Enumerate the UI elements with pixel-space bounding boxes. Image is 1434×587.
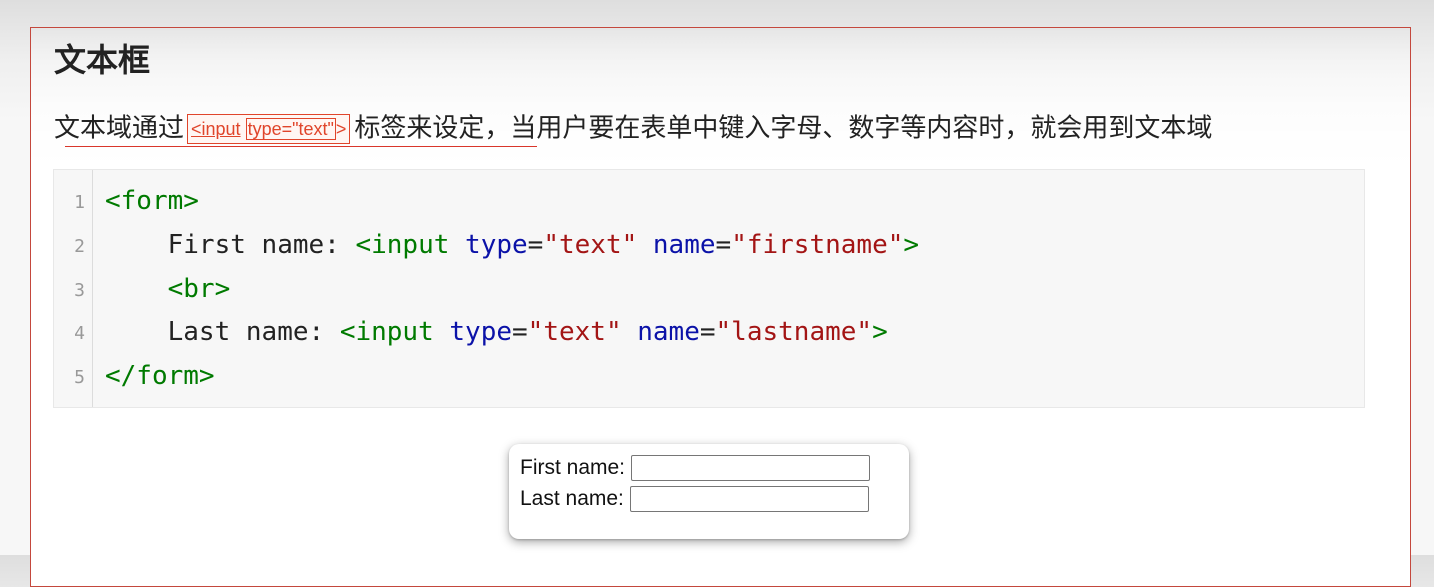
code-tag: <br> bbox=[167, 274, 231, 304]
form-preview-card: First name: Last name: bbox=[509, 444, 909, 539]
chip-type-text: type="text" bbox=[245, 117, 336, 140]
line-number-gutter: 1 2 3 4 5 bbox=[54, 170, 93, 407]
chip-close-text: > bbox=[335, 118, 347, 139]
code-string: "text" bbox=[527, 317, 622, 347]
code-eq: = bbox=[699, 317, 716, 347]
code-block: 1 2 3 4 5 <form> First name: <input type… bbox=[53, 169, 1365, 408]
first-name-row: First name: bbox=[520, 453, 871, 483]
code-eq: = bbox=[512, 317, 528, 347]
first-name-label: First name: bbox=[520, 456, 626, 479]
code-line-3: <br> bbox=[105, 274, 231, 304]
code-line-1: <form> bbox=[105, 186, 199, 216]
code-attr: type bbox=[465, 230, 528, 260]
code-tag: <form> bbox=[105, 186, 199, 216]
code-line-5: </form> bbox=[105, 361, 215, 391]
code-tag: </form> bbox=[105, 361, 215, 391]
line-number: 3 bbox=[74, 280, 85, 301]
code-text: First name: bbox=[167, 230, 356, 260]
description-prefix: 文本域通过 bbox=[54, 113, 185, 144]
code-string: "text" bbox=[543, 230, 638, 260]
chip-input-text: <input bbox=[191, 118, 241, 139]
code-attr: name bbox=[652, 230, 716, 260]
code-tag: <input bbox=[355, 230, 450, 260]
code-eq: = bbox=[715, 230, 732, 260]
code-string: "lastname" bbox=[715, 317, 873, 347]
description-suffix: 标签来设定，当用户要在表单中键入字母、数字等内容时，就会用到文本域 bbox=[354, 113, 1213, 144]
code-tag: > bbox=[872, 317, 888, 347]
annotation-underline bbox=[65, 146, 537, 147]
line-number: 1 bbox=[74, 192, 85, 213]
code-tag: <input bbox=[339, 317, 434, 347]
last-name-input[interactable] bbox=[629, 486, 869, 512]
last-name-row: Last name: bbox=[520, 484, 869, 514]
code-eq: = bbox=[527, 230, 544, 260]
line-number: 4 bbox=[74, 323, 85, 344]
code-tag: > bbox=[903, 230, 920, 260]
code-line-4: Last name: <input type="text" name="last… bbox=[105, 317, 888, 347]
last-name-label: Last name: bbox=[520, 487, 624, 510]
code-string: "firstname" bbox=[731, 230, 904, 260]
first-name-input[interactable] bbox=[631, 455, 871, 481]
description-line: 文本域通过 <input type="text" > 标签来设定，当用户要在表单中键入… bbox=[54, 108, 1212, 148]
code-line-2: First name: <input type="text" name="fir… bbox=[105, 230, 919, 260]
line-number: 2 bbox=[74, 236, 85, 257]
code-attr: name bbox=[637, 317, 700, 347]
line-number: 5 bbox=[74, 367, 85, 388]
input-code-chip: <input type="text" > bbox=[187, 113, 351, 144]
code-attr: type bbox=[449, 317, 513, 347]
section-heading: 文本框 bbox=[54, 41, 151, 79]
code-text: Last name: bbox=[167, 317, 340, 347]
